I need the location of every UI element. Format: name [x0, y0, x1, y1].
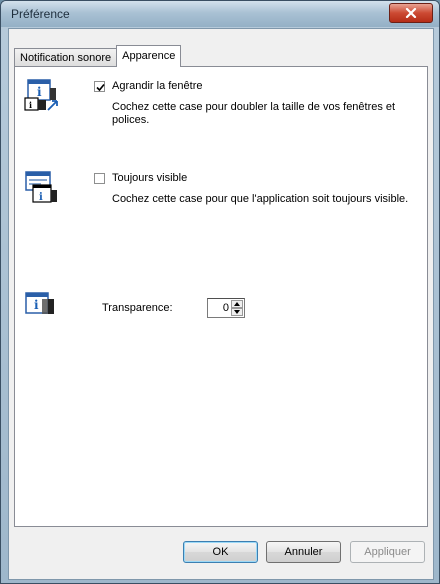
close-icon	[405, 8, 417, 18]
svg-text:i: i	[34, 298, 39, 312]
apply-button[interactable]: Appliquer	[350, 541, 425, 563]
tab-strip: Notification sonore Apparence	[14, 45, 182, 67]
svg-text:i: i	[29, 100, 32, 110]
enlarge-checkbox[interactable]	[94, 81, 105, 92]
preference-window: Préférence Notification sonore Apparence…	[0, 0, 440, 584]
transparency-value[interactable]: 0	[223, 302, 229, 314]
enlarge-label[interactable]: Agrandir la fenêtre	[112, 80, 203, 92]
enlarge-description: Cochez cette case pour doubler la taille…	[112, 101, 396, 126]
window-title: Préférence	[11, 7, 70, 21]
arrow-up-icon	[234, 302, 240, 306]
spin-up-button[interactable]	[231, 300, 243, 308]
tab-notification-sonore[interactable]: Notification sonore	[14, 48, 118, 67]
close-button[interactable]	[389, 3, 433, 23]
spin-down-button[interactable]	[231, 308, 243, 316]
spinner-arrows	[231, 300, 243, 316]
tab-apparence[interactable]: Apparence	[116, 45, 182, 67]
transparency-icon: i	[25, 292, 54, 314]
window-on-top-icon: i	[25, 171, 57, 203]
title-bar[interactable]: Préférence	[1, 1, 439, 27]
arrow-down-icon	[234, 310, 240, 314]
enlarge-window-icon: i i	[24, 79, 58, 111]
always-visible-checkbox[interactable]	[94, 173, 105, 184]
svg-text:i: i	[37, 85, 42, 99]
always-visible-label[interactable]: Toujours visible	[112, 172, 187, 184]
transparency-label: Transparence:	[102, 302, 173, 314]
checkmark-icon	[96, 83, 105, 92]
svg-text:i: i	[39, 192, 43, 203]
dialog-client-area: Notification sonore Apparence i i Agrand…	[8, 28, 434, 580]
transparency-spinner[interactable]: 0	[207, 298, 245, 318]
cancel-button[interactable]: Annuler	[266, 541, 341, 563]
apparence-panel: i i Agrandir la fenêtre Cochez cette cas…	[14, 66, 428, 527]
always-visible-description: Cochez cette case pour que l'application…	[112, 193, 409, 205]
ok-button[interactable]: OK	[183, 541, 258, 563]
